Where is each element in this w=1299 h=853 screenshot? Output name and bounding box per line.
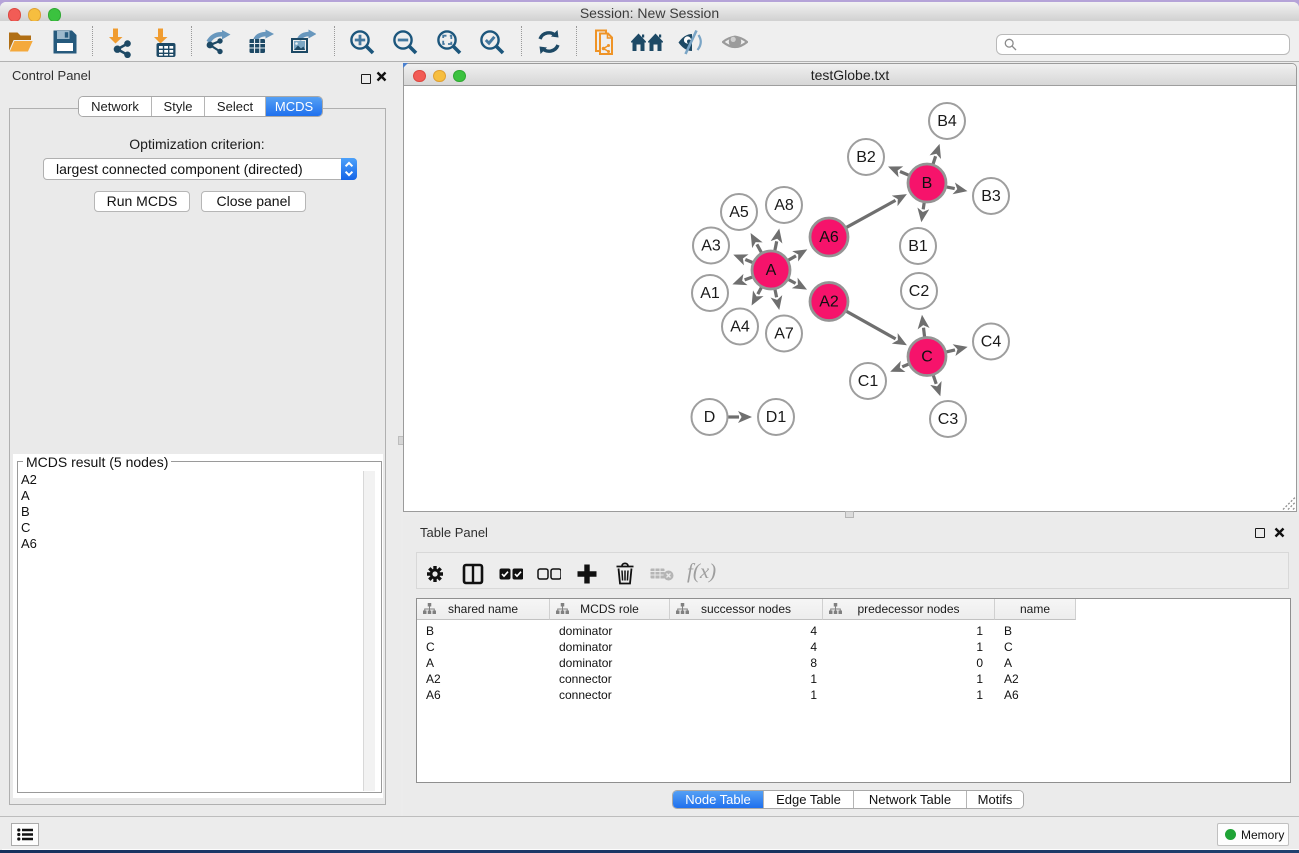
svg-text:C1: C1 (858, 373, 879, 390)
svg-text:A5: A5 (729, 204, 749, 221)
svg-text:A4: A4 (730, 319, 750, 336)
svg-text:A: A (766, 262, 777, 279)
svg-text:B1: B1 (908, 238, 928, 255)
svg-text:A8: A8 (774, 197, 794, 214)
svg-text:C4: C4 (981, 334, 1002, 351)
svg-text:B3: B3 (981, 188, 1001, 205)
svg-text:A1: A1 (700, 285, 720, 302)
svg-text:A3: A3 (701, 238, 721, 255)
svg-text:D1: D1 (766, 409, 787, 426)
svg-text:C2: C2 (909, 283, 930, 300)
svg-text:A6: A6 (819, 229, 839, 246)
svg-text:C3: C3 (938, 411, 959, 428)
svg-text:A2: A2 (819, 294, 839, 311)
svg-text:B4: B4 (937, 113, 957, 130)
svg-text:D: D (704, 409, 716, 426)
svg-text:C: C (921, 349, 933, 366)
svg-text:B2: B2 (856, 149, 876, 166)
svg-text:B: B (922, 175, 933, 192)
svg-text:A7: A7 (774, 326, 794, 343)
